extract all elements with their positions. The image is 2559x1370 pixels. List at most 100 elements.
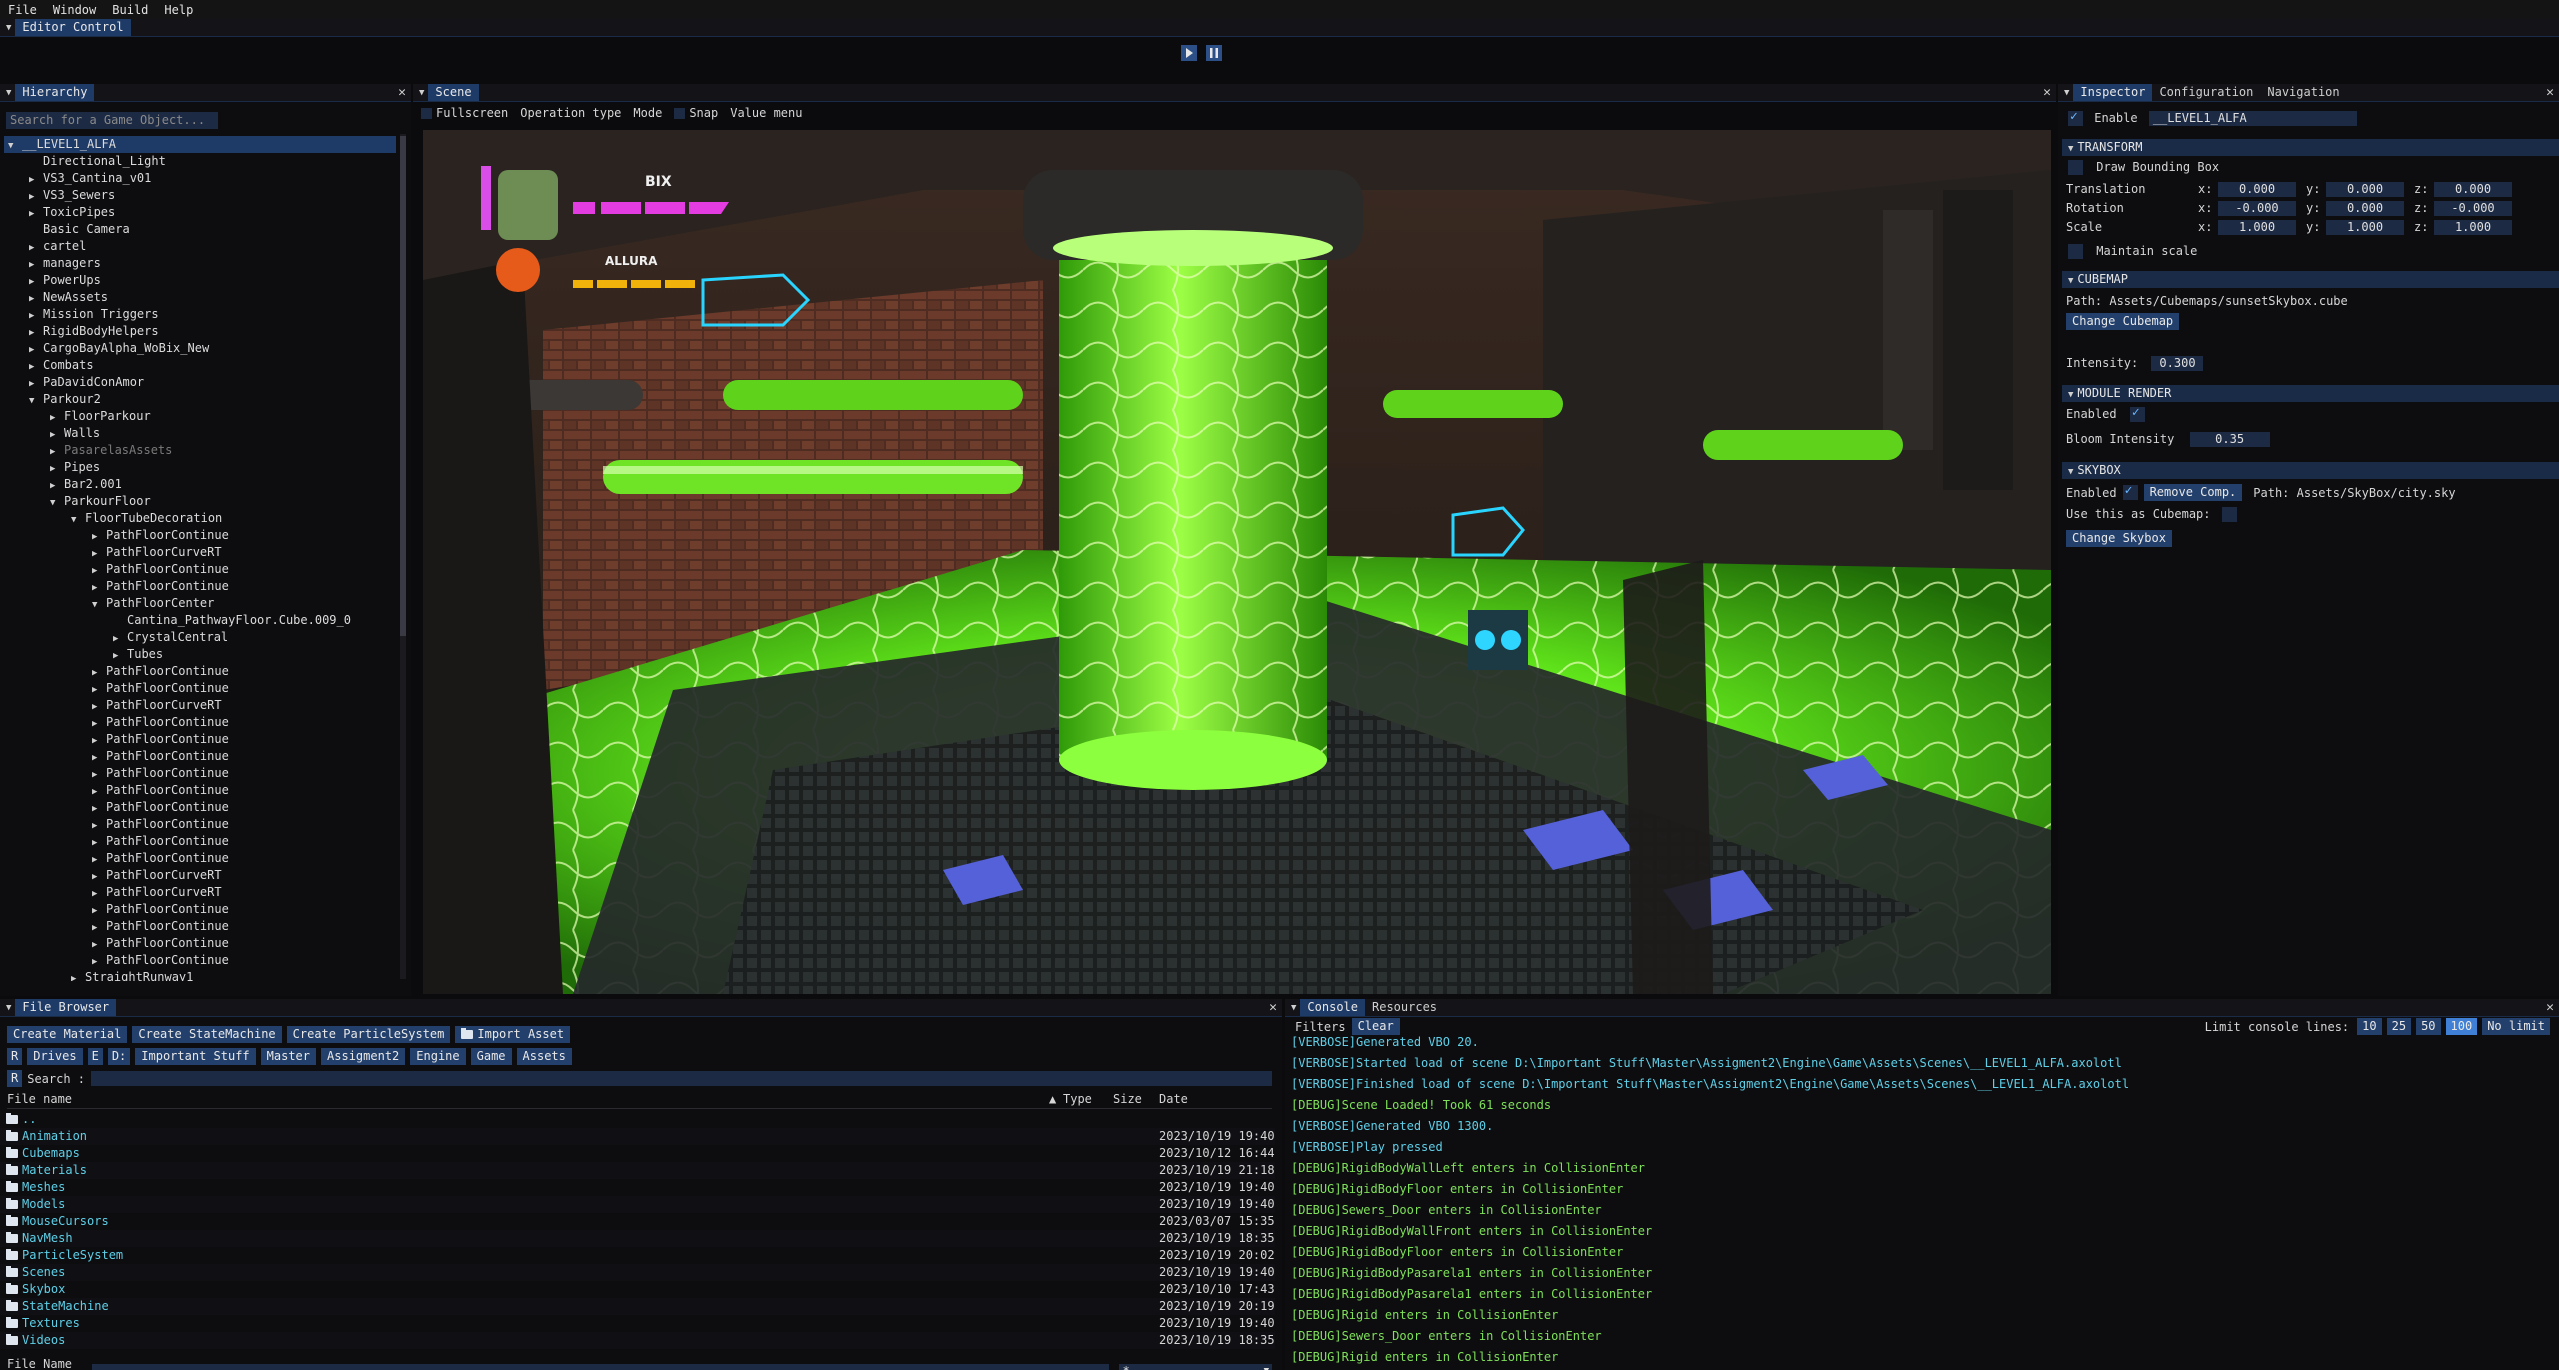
hierarchy-item[interactable]: ▼ FloorTubeDecoration — [4, 510, 222, 527]
col-size[interactable]: Size — [1113, 1091, 1142, 1108]
maintain-scale-checkbox[interactable] — [2068, 244, 2083, 259]
hierarchy-item[interactable]: ▶ NewAssets — [4, 289, 108, 306]
hierarchy-item[interactable]: ▶ PowerUps — [4, 272, 101, 289]
tab-configuration[interactable]: Configuration — [2152, 84, 2260, 101]
close-icon[interactable]: ✕ — [398, 85, 406, 100]
file-row[interactable]: Videos 2023/10/19 18:35 — [0, 1332, 1275, 1349]
hierarchy-item[interactable]: ▶ PathFloorContinue — [4, 782, 229, 799]
hierarchy-item[interactable]: ▼ PathFloorCenter — [4, 595, 214, 612]
hierarchy-item[interactable]: ▼ Parkour2 — [4, 391, 101, 408]
menu-build[interactable]: Build — [104, 3, 156, 17]
hierarchy-item[interactable]: ▶ PathFloorCurveRT — [4, 697, 222, 714]
cubemap-header[interactable]: ▼ CUBEMAP — [2062, 271, 2559, 288]
hierarchy-item[interactable]: ▶ VS3_Sewers — [4, 187, 115, 204]
breadcrumb-item[interactable]: Assigment2 — [321, 1048, 406, 1065]
collapse-icon[interactable]: ▼ — [0, 23, 15, 33]
collapsed-arrow-icon[interactable]: ▶ — [71, 971, 85, 981]
close-icon[interactable]: ✕ — [2546, 1000, 2554, 1015]
bloom-input[interactable]: 0.35 — [2189, 432, 2270, 447]
hierarchy-scrollbar[interactable] — [400, 134, 406, 979]
object-name-input[interactable]: __LEVEL1_ALFA — [2148, 111, 2357, 126]
hierarchy-item[interactable]: ▶ PathFloorContinue — [4, 663, 229, 680]
skybox-enabled-checkbox[interactable] — [2122, 483, 2138, 500]
tab-editor-control[interactable]: Editor Control — [15, 19, 131, 36]
snap-checkbox[interactable] — [674, 107, 686, 119]
breadcrumb-item[interactable]: Game — [470, 1048, 512, 1065]
hierarchy-item[interactable]: ▶ PathFloorContinue — [4, 527, 229, 544]
hierarchy-item[interactable]: ▶ Pipes — [4, 459, 100, 476]
tab-inspector[interactable]: Inspector — [2073, 84, 2153, 101]
col-type[interactable]: Type — [1063, 1091, 1092, 1108]
create-material-button[interactable]: Create Material — [7, 1026, 128, 1043]
fullscreen-checkbox[interactable] — [421, 107, 432, 119]
collapse-icon[interactable]: ▼ — [1285, 1003, 1300, 1013]
hierarchy-item[interactable]: ▶ Mission Triggers — [4, 306, 159, 323]
sort-arrow-icon[interactable]: ▲ — [1049, 1091, 1056, 1108]
create-particlesystem-button[interactable]: Create ParticleSystem — [286, 1026, 451, 1043]
file-row[interactable]: Scenes 2023/10/19 19:40 — [0, 1264, 1275, 1281]
hierarchy-item[interactable]: ▶ PathFloorContinue — [4, 765, 229, 782]
file-row[interactable]: StateMachine 2023/10/19 20:19 — [0, 1298, 1275, 1315]
hierarchy-item[interactable]: ▶ PathFloorContinue — [4, 952, 229, 969]
hierarchy-item[interactable]: ▶ StraightRunway1 — [4, 969, 193, 981]
render-enabled-checkbox[interactable] — [2129, 405, 2145, 422]
hierarchy-item[interactable]: Basic Camera — [4, 221, 130, 238]
enable-checkbox[interactable] — [2068, 109, 2083, 126]
hierarchy-item[interactable]: ▶ cartel — [4, 238, 86, 255]
hierarchy-item[interactable]: ▶ managers — [4, 255, 101, 272]
play-button[interactable] — [1181, 45, 1197, 61]
file-row[interactable]: Cubemaps 2023/10/12 16:44 — [0, 1145, 1275, 1162]
transform-x-input[interactable]: 1.000 — [2218, 220, 2296, 235]
hierarchy-item[interactable]: ▶ Combats — [4, 357, 94, 374]
hierarchy-item[interactable]: ▶ PathFloorCurveRT — [4, 884, 222, 901]
file-row[interactable]: NavMesh 2023/10/19 18:35 — [0, 1230, 1275, 1247]
hierarchy-item[interactable]: ▶ PathFloorContinue — [4, 578, 229, 595]
hierarchy-item[interactable]: ▶ PathFloorContinue — [4, 935, 229, 952]
hierarchy-item[interactable]: ▶ PathFloorContinue — [4, 850, 229, 867]
file-search-input[interactable] — [91, 1071, 1272, 1086]
transform-z-input[interactable]: 0.000 — [2434, 182, 2512, 197]
hierarchy-item[interactable]: ▶ PathFloorContinue — [4, 799, 229, 816]
menu-help[interactable]: Help — [156, 3, 201, 17]
hierarchy-item[interactable]: ▶ CrystalCentral — [4, 629, 228, 646]
create-statemachine-button[interactable]: Create StateMachine — [132, 1026, 282, 1043]
transform-y-input[interactable]: 0.000 — [2326, 182, 2404, 197]
file-row[interactable]: Textures 2023/10/19 19:40 — [0, 1315, 1275, 1332]
draw-bounding-box-checkbox[interactable] — [2068, 160, 2083, 175]
transform-z-input[interactable]: -0.000 — [2434, 201, 2512, 216]
value-menu[interactable]: Value menu — [730, 106, 802, 120]
hierarchy-item[interactable]: ▶ PathFloorContinue — [4, 918, 229, 935]
fullscreen-toggle[interactable]: Fullscreen — [436, 106, 508, 120]
transform-x-input[interactable]: -0.000 — [2218, 201, 2296, 216]
module-render-header[interactable]: ▼ MODULE RENDER — [2062, 385, 2559, 402]
remove-component-button[interactable]: Remove Comp. — [2143, 484, 2243, 501]
close-icon[interactable]: ✕ — [1269, 1000, 1277, 1015]
breadcrumb-item[interactable]: R — [7, 1048, 23, 1065]
operation-type-menu[interactable]: Operation type — [520, 106, 621, 120]
file-row[interactable]: Animation 2023/10/19 19:40 — [0, 1128, 1275, 1145]
snap-label[interactable]: Snap — [689, 106, 718, 120]
tab-hierarchy[interactable]: Hierarchy — [15, 84, 95, 101]
menu-file[interactable]: File — [0, 3, 45, 17]
hierarchy-item[interactable]: ▼ __LEVEL1_ALFA — [4, 136, 396, 153]
tab-scene[interactable]: Scene — [428, 84, 479, 101]
file-row[interactable]: Skybox 2023/10/10 17:43 — [0, 1281, 1275, 1298]
close-icon[interactable]: ✕ — [2546, 85, 2554, 100]
hierarchy-item[interactable]: ▶ PathFloorCurveRT — [4, 544, 222, 561]
col-file-name[interactable]: File name — [7, 1091, 72, 1108]
change-skybox-button[interactable]: Change Skybox — [2066, 530, 2172, 547]
tab-resources[interactable]: Resources — [1365, 999, 1444, 1016]
file-filter-select[interactable]: *▼ — [1118, 1363, 1273, 1370]
hierarchy-item[interactable]: ▶ ToxicPipes — [4, 204, 115, 221]
pause-button[interactable] — [1206, 45, 1222, 61]
hierarchy-item[interactable]: ▶ PathFloorContinue — [4, 901, 229, 918]
file-row[interactable]: ParticleSystem 2023/10/19 20:02 — [0, 1247, 1275, 1264]
file-row[interactable]: Materials 2023/10/19 21:18 — [0, 1162, 1275, 1179]
file-row[interactable]: Models 2023/10/19 19:40 — [0, 1196, 1275, 1213]
hierarchy-item[interactable]: ▶ Bar2.001 — [4, 476, 122, 493]
search-reset-button[interactable]: R — [7, 1070, 23, 1087]
tab-navigation[interactable]: Navigation — [2260, 84, 2346, 101]
hierarchy-item[interactable]: ▶ PathFloorContinue — [4, 833, 229, 850]
hierarchy-item[interactable]: ▶ Walls — [4, 425, 100, 442]
menu-window[interactable]: Window — [45, 3, 104, 17]
